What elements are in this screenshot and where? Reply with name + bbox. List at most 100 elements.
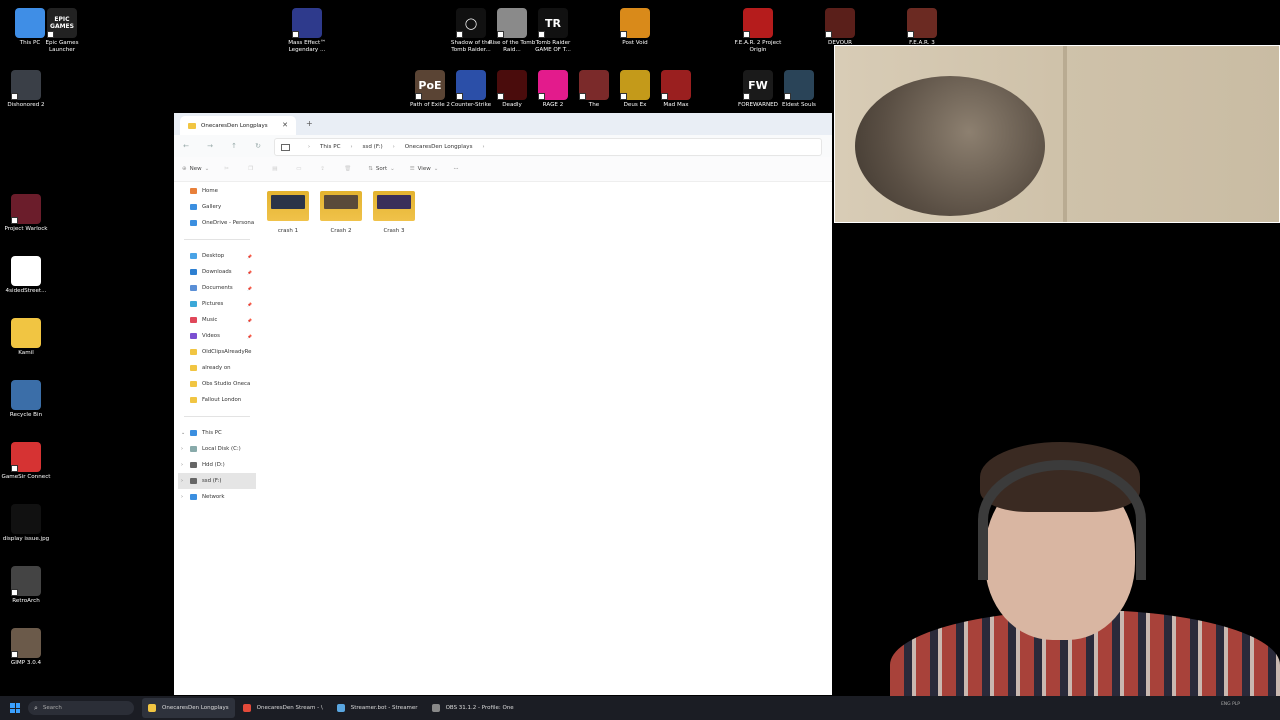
taskbar-search[interactable]: ⌕ Search [28,701,134,715]
app-icon [620,8,650,38]
close-tab-icon[interactable]: ✕ [282,121,288,129]
desktop-icon-display-issue-jpg[interactable]: display issue.jpg [0,504,52,543]
sidebar-item-ssd-f[interactable]: › ssd (F:) [178,473,256,489]
new-label: New [189,166,202,172]
folder-crash-3[interactable]: Crash 3 [370,191,418,234]
back-arrow-icon[interactable]: ← [174,142,198,150]
chevron-down-icon: ⌄ [204,166,210,172]
sidebar-item-label: Home [202,188,218,194]
tab-title: OnecaresDen Longplays [201,122,268,129]
desktop-icon-epic-games-launcher[interactable]: EPIC GAMES Epic Games Launcher [36,8,88,54]
taskbar-app-onecaresden-longplays[interactable]: OnecaresDen Longplays [142,698,235,718]
language-indicator[interactable]: ENG PLP [1221,702,1240,707]
file-explorer-window[interactable]: OnecaresDen Longplays ✕ + ← → ↑ ↻ › This… [174,113,832,695]
chevron-right-icon[interactable]: › [181,494,183,500]
more-options-button[interactable]: ··· [453,166,458,172]
taskbar-app-onecaresden-stream[interactable]: OnecaresDen Stream - \ [237,698,329,718]
desktop-icon-retroarch[interactable]: RetroArch [0,566,52,605]
app-icon: TR [538,8,568,38]
sidebar-item-oldclipsalreadyre[interactable]: OldClipsAlreadyRe [178,344,256,360]
sidebar-item-label: OneDrive - Persona [202,220,255,226]
desktop-icon-gimp-3-0-4[interactable]: GIMP 3.0.4 [0,628,52,667]
refresh-icon[interactable]: ↻ [246,142,270,150]
desktop-icon-f-e-a-r-2-project-origin[interactable]: F.E.A.R. 2 Project Origin [732,8,784,54]
plus-icon: ⊕ [182,166,187,172]
sort-button[interactable]: ⇅ Sort ⌄ [368,166,398,172]
breadcrumb-current-folder[interactable]: OnecaresDen Longplays [405,144,473,150]
copy-icon[interactable]: ❐ [248,166,260,172]
sidebar-item-fallout-london[interactable]: Fallout London [178,392,256,408]
delete-icon[interactable]: 🗑 [344,166,356,172]
desktop-icon-4sidedstreet[interactable]: 4sidedStreet... [0,256,52,295]
cut-icon[interactable]: ✂ [224,166,236,172]
breadcrumb-ssd[interactable]: ssd (F:) [363,144,383,150]
folder-icon [320,191,362,221]
chevron-right-icon[interactable]: › [181,462,183,468]
app-icon [579,70,609,100]
desktop-icon-gamesir-connect[interactable]: GameSir Connect [0,442,52,481]
folder-icon [190,446,197,452]
desktop-icon-project-warlock[interactable]: Project Warlock [0,194,52,233]
folder-icon [190,462,197,468]
chevron-down-icon[interactable]: ⌄ [181,430,185,436]
desktop-icon-f-e-a-r-3[interactable]: F.E.A.R. 3 [896,8,948,47]
sidebar-item-videos[interactable]: Videos 📌 [178,328,256,344]
desktop-icon-mass-effect-legendary[interactable]: Mass Effect™ Legendary ... [281,8,333,54]
address-bar[interactable]: › This PC › ssd (F:) › OnecaresDen Longp… [274,138,822,156]
desktop-icon-devour[interactable]: DEVOUR [814,8,866,47]
folder-icon [190,253,197,259]
desktop-icon-recycle-bin[interactable]: Recycle Bin [0,380,52,419]
chevron-right-icon[interactable]: › [181,478,183,484]
sidebar-item-gallery[interactable]: Gallery [178,199,256,215]
tab-onecaresden-longplays[interactable]: OnecaresDen Longplays ✕ [180,116,296,135]
taskbar-app-obs-31-1-2-profile-one[interactable]: OBS 31.1.2 - Profile: One [426,698,520,718]
sidebar-item-documents[interactable]: Documents 📌 [178,280,256,296]
tab-bar: OnecaresDen Longplays ✕ + [174,113,832,135]
breadcrumb-this-pc[interactable]: This PC [320,144,341,150]
app-icon: EPIC GAMES [47,8,77,38]
sidebar-item-music[interactable]: Music 📌 [178,312,256,328]
new-button[interactable]: ⊕ New ⌄ [182,166,212,172]
new-tab-icon[interactable]: + [306,119,313,128]
desktop-icon-tomb-raider-game-of-t[interactable]: TR Tomb Raider GAME OF T... [527,8,579,54]
app-icon: FW [743,70,773,100]
sidebar-item-this-pc[interactable]: ⌄ This PC [178,425,256,441]
folder-thumbnail [271,195,305,209]
view-button[interactable]: ☰ View ⌄ [410,166,442,172]
chevron-right-icon[interactable]: › [181,446,183,452]
desktop-icon-mad-max[interactable]: Mad Max [650,70,702,109]
sidebar-item-obs-studio-oneca[interactable]: Obs Studio Oneca [178,376,256,392]
sidebar-item-downloads[interactable]: Downloads 📌 [178,264,256,280]
app-icon [11,442,41,472]
desktop-icon-dishonored-2[interactable]: Dishonored 2 [0,70,52,109]
desktop-icon-post-void[interactable]: Post Void [609,8,661,47]
taskbar-app-streamer-bot-streamer[interactable]: Streamer.bot - Streamer [331,698,424,718]
sidebar-item-desktop[interactable]: Desktop 📌 [178,248,256,264]
sidebar-item-onedrive-persona[interactable]: OneDrive - Persona [178,215,256,231]
up-arrow-icon[interactable]: ↑ [222,142,246,150]
folder-icon [267,191,309,221]
desktop-icon-label: Eldest Souls [782,102,816,108]
folder-icon [190,381,197,387]
icon-glyph: ◯ [464,16,478,30]
desktop-icon-eldest-souls[interactable]: Eldest Souls [773,70,825,109]
sidebar-item-pictures[interactable]: Pictures 📌 [178,296,256,312]
windows-start-icon[interactable] [10,703,20,713]
folder-name: crash 1 [277,228,299,234]
folder-crash-2[interactable]: Crash 2 [317,191,365,234]
rename-icon[interactable]: ▭ [296,166,308,172]
paste-icon[interactable]: ▤ [272,166,284,172]
app-icon [11,566,41,596]
share-icon[interactable]: ⇪ [320,166,332,172]
desktop-icon-label: Kamil [18,350,34,356]
folder-thumbnail [377,195,411,209]
forward-arrow-icon[interactable]: → [198,142,222,150]
sidebar-item-label: Local Disk (C:) [202,446,241,452]
folder-crash-1[interactable]: crash 1 [264,191,312,234]
sidebar-item-network[interactable]: › Network [178,489,256,505]
sidebar-item-already-on[interactable]: already on [178,360,256,376]
desktop-icon-kamil[interactable]: Kamil [0,318,52,357]
sidebar-item-home[interactable]: Home [178,183,256,199]
sidebar-item-local-disk-c[interactable]: › Local Disk (C:) [178,441,256,457]
sidebar-item-hdd-d[interactable]: › Hdd (D:) [178,457,256,473]
